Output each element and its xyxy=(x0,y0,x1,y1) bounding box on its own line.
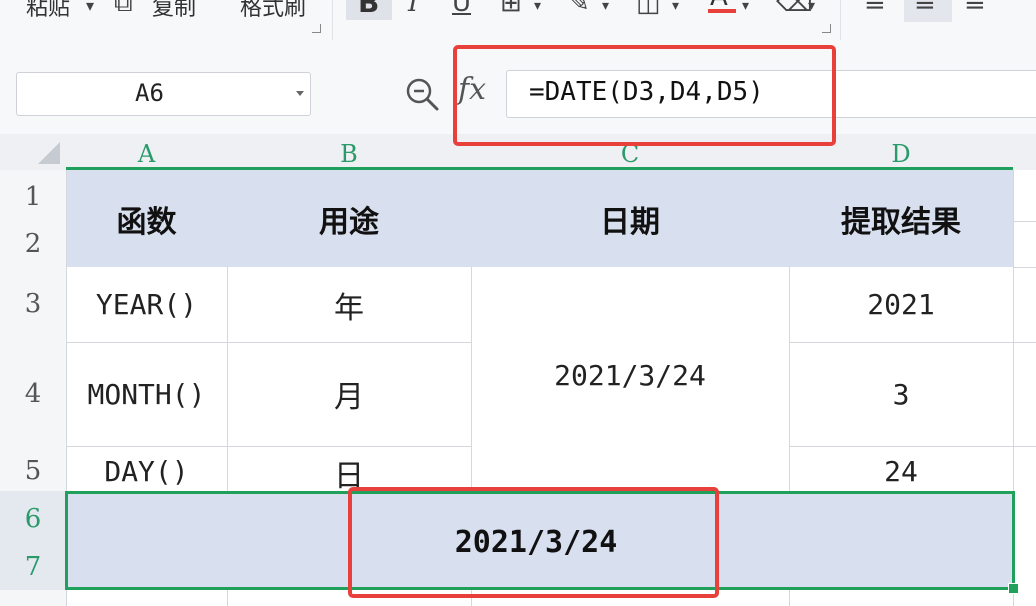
name-box-value: A6 xyxy=(135,79,164,107)
header-cell-use[interactable]: 用途 xyxy=(227,170,471,267)
cell-a3[interactable]: YEAR() xyxy=(66,267,227,342)
paint-brush-icon[interactable]: ✎ xyxy=(568,0,590,18)
toolbar-divider xyxy=(332,0,333,40)
cell-c3-merged-date[interactable]: 2021/3/24 xyxy=(471,267,789,491)
cell-a4[interactable]: MONTH() xyxy=(66,342,227,446)
header-cell-result[interactable]: 提取结果 xyxy=(789,170,1013,267)
formula-highlight-box xyxy=(453,45,836,146)
fill-color-icon[interactable]: ◫ xyxy=(636,0,661,18)
format-painter-button[interactable]: 格式刷 xyxy=(240,0,306,22)
font-color-dropdown-icon[interactable]: ▾ xyxy=(742,0,749,14)
row-header-3[interactable]: 3 xyxy=(0,267,66,342)
row-header-6[interactable]: 6 xyxy=(0,491,66,543)
grid-line xyxy=(1013,267,1036,268)
cell-b5[interactable]: 日 xyxy=(227,446,471,494)
grid-line xyxy=(1013,221,1036,222)
eraser-dropdown-icon[interactable]: ▾ xyxy=(808,0,815,14)
cell-a5[interactable]: DAY() xyxy=(66,446,227,491)
font-color-button[interactable]: A xyxy=(704,0,738,14)
font-color-bar xyxy=(708,9,736,13)
paste-dropdown-icon[interactable]: ▾ xyxy=(86,0,94,15)
column-header-a[interactable]: A xyxy=(66,134,227,170)
select-all-icon xyxy=(38,142,60,164)
row-header-1[interactable]: 1 xyxy=(0,170,66,221)
bold-button[interactable]: B xyxy=(346,0,392,20)
name-box[interactable]: A6 xyxy=(16,72,311,116)
copy-button[interactable]: 复制 xyxy=(152,0,196,22)
paste-button[interactable]: 粘贴 xyxy=(26,0,70,22)
zoom-icon[interactable] xyxy=(404,76,440,112)
border-icon[interactable]: ⊞ xyxy=(500,0,522,18)
border-dropdown-icon[interactable]: ▾ xyxy=(534,0,541,14)
row-header-7[interactable]: 7 xyxy=(0,543,66,590)
align-right-icon[interactable]: ≡ xyxy=(964,0,986,18)
chevron-down-icon[interactable] xyxy=(296,91,304,96)
header-cell-date[interactable]: 日期 xyxy=(471,170,789,267)
copy-icon[interactable]: ⧉ xyxy=(114,0,133,19)
bold-icon: B xyxy=(358,0,380,19)
row-header-8[interactable] xyxy=(0,590,66,606)
align-left-icon[interactable]: ≡ xyxy=(864,0,886,18)
italic-icon[interactable]: I xyxy=(408,0,418,18)
ribbon-toolbar: 粘贴 ▾ ⧉ 复制 格式刷 B I U ⊞ ▾ ✎ ▾ ◫ ▾ A ▾ ⌫ ▾ … xyxy=(0,0,1036,46)
header-cell-function[interactable]: 函数 xyxy=(66,170,227,267)
fill-handle[interactable] xyxy=(1008,583,1019,594)
cell-d3[interactable]: 2021 xyxy=(789,267,1013,342)
row-header-5[interactable]: 5 xyxy=(0,446,66,491)
brush-dropdown-icon[interactable]: ▾ xyxy=(602,0,609,14)
row-header-2[interactable]: 2 xyxy=(0,221,66,267)
column-header-e[interactable] xyxy=(1013,134,1036,170)
cell-b3[interactable]: 年 xyxy=(227,267,471,342)
cell-b4[interactable]: 月 xyxy=(227,342,471,446)
clipboard-launcher-icon[interactable] xyxy=(312,24,321,33)
result-highlight-box xyxy=(348,487,719,598)
toolbar-divider xyxy=(840,0,841,40)
underline-icon[interactable]: U xyxy=(452,0,471,18)
row-header-4[interactable]: 4 xyxy=(0,342,66,446)
align-center-icon[interactable]: ≡ xyxy=(914,0,936,18)
cell-d4[interactable]: 3 xyxy=(789,342,1013,446)
column-header-b[interactable]: B xyxy=(227,134,471,170)
cell-d5[interactable]: 24 xyxy=(789,446,1013,491)
fill-dropdown-icon[interactable]: ▾ xyxy=(672,0,679,14)
font-launcher-icon[interactable] xyxy=(822,24,831,33)
